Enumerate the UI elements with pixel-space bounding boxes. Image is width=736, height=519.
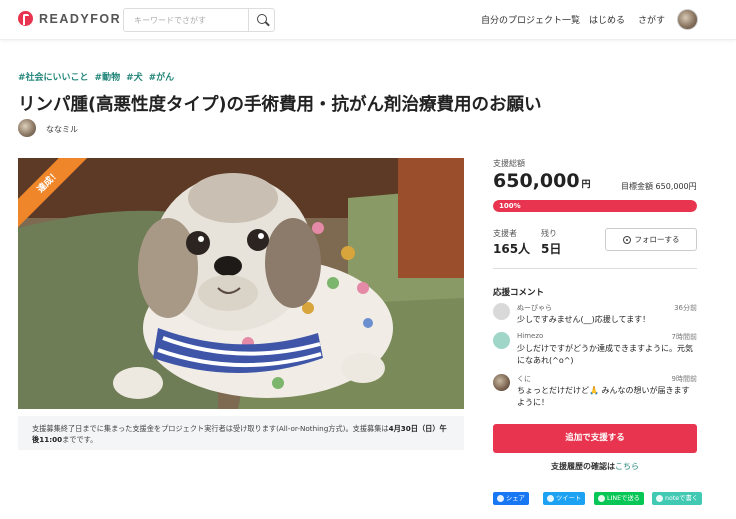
supporters-value: 165人 bbox=[493, 242, 531, 256]
search-button[interactable] bbox=[248, 9, 274, 31]
comment-item: Himezo 7時間前 少しだけですがどうか達成できますように。元気になあれ(^… bbox=[493, 332, 697, 372]
divider bbox=[493, 268, 697, 269]
follow-label: フォローする bbox=[634, 235, 680, 244]
comment-item: くに 9時間前 ちょっとだけだけど🙏 みんなの想いが届きますように！ bbox=[493, 374, 697, 414]
support-button[interactable]: 追加で支援する bbox=[493, 424, 697, 453]
goal-row: 目標金額 650,000円 bbox=[621, 181, 697, 192]
goal-label: 目標金額 bbox=[621, 182, 653, 191]
comment-text: 少しだけですがどうか達成できますように。元気になあれ(^o^) bbox=[517, 344, 693, 365]
comment-item: ぬーぴゃら 36分前 少しですみません(__)応援してます！ bbox=[493, 303, 697, 331]
note-share-label: noteで書く bbox=[665, 495, 699, 502]
line-share-label: LINEで送る bbox=[607, 495, 640, 502]
supporters-label: 支援者 bbox=[493, 229, 517, 238]
comment-time: 36分前 bbox=[674, 304, 697, 312]
project-title: リンパ腫(高悪性度タイプ)の手術費用・抗がん剤治療費用のお願い bbox=[18, 95, 542, 115]
logo[interactable]: READYFOR bbox=[18, 11, 121, 26]
comment-text: ちょっとだけだけど🙏 みんなの想いが届きますように！ bbox=[517, 386, 690, 407]
comment-avatar-icon bbox=[493, 303, 510, 320]
total-amount: 650,000 bbox=[493, 170, 580, 192]
note-icon bbox=[656, 495, 663, 502]
follow-icon bbox=[622, 235, 631, 244]
comment-time: 7時間前 bbox=[671, 333, 697, 341]
search-box bbox=[123, 8, 275, 32]
comment-text: 少しですみません(__)応援してます！ bbox=[517, 315, 651, 324]
comment-avatar-icon bbox=[493, 374, 510, 391]
total-amount-row: 650,000 円 bbox=[493, 170, 591, 192]
comments-title: 応援コメント bbox=[493, 288, 545, 298]
funding-notice: 支援募集終了日までに集まった支援金をプロジェクト実行者は受け取ります(All-o… bbox=[18, 416, 464, 450]
nav-explore[interactable]: さがす bbox=[638, 13, 665, 26]
nav-start[interactable]: はじめる bbox=[589, 13, 625, 26]
total-label: 支援総額 bbox=[493, 159, 525, 168]
search-icon bbox=[257, 14, 267, 24]
note-share-button[interactable]: noteで書く bbox=[652, 492, 703, 505]
site-header: READYFOR 自分のプロジェクト一覧 はじめる さがす bbox=[0, 0, 736, 40]
history-row: 支援履歴の確認はこちら bbox=[493, 461, 697, 472]
progress-fill: 100% bbox=[493, 200, 697, 212]
dog-photo bbox=[18, 158, 464, 409]
notice-suffix: までです。 bbox=[62, 435, 98, 444]
line-icon bbox=[598, 495, 605, 502]
tag-animals[interactable]: #動物 bbox=[95, 70, 121, 83]
comment-author[interactable]: ぬーぴゃら bbox=[517, 303, 552, 313]
facebook-icon bbox=[497, 495, 504, 502]
follow-button[interactable]: フォローする bbox=[605, 228, 697, 251]
nav-my-projects[interactable]: 自分のプロジェクト一覧 bbox=[481, 13, 580, 26]
goal-amount: 650,000円 bbox=[655, 182, 697, 191]
twitter-share-button[interactable]: ツイート bbox=[543, 492, 586, 505]
remaining-label: 残り bbox=[541, 229, 557, 238]
progress-bar: 100% bbox=[493, 200, 697, 212]
comment-author[interactable]: くに bbox=[517, 374, 531, 384]
notice-prefix: 支援募集終了日までに集まった支援金をプロジェクト実行者は受け取ります(All-o… bbox=[32, 424, 389, 433]
project-tags: #社会にいいこと #動物 #犬 #がん bbox=[18, 70, 174, 83]
twitter-share-label: ツイート bbox=[556, 495, 582, 502]
comment-time: 9時間前 bbox=[671, 375, 697, 383]
history-text: 支援履歴の確認は bbox=[551, 462, 615, 471]
twitter-icon bbox=[547, 495, 554, 502]
user-avatar[interactable] bbox=[677, 9, 698, 30]
owner-name[interactable]: ななミル bbox=[46, 124, 78, 135]
tag-dog[interactable]: #犬 bbox=[126, 70, 143, 83]
remaining-value: 5日 bbox=[541, 242, 562, 256]
comment-author[interactable]: Himezo bbox=[517, 332, 543, 340]
total-unit: 円 bbox=[581, 180, 591, 190]
line-share-button[interactable]: LINEで送る bbox=[594, 492, 644, 505]
facebook-share-button[interactable]: シェア bbox=[493, 492, 529, 505]
comment-avatar-icon bbox=[493, 332, 510, 349]
search-input[interactable] bbox=[124, 9, 250, 31]
tag-social[interactable]: #社会にいいこと bbox=[18, 70, 89, 83]
logo-mark-icon bbox=[18, 11, 33, 26]
facebook-share-label: シェア bbox=[506, 495, 525, 502]
history-link[interactable]: こちら bbox=[615, 462, 639, 471]
project-main-image: 達成！ bbox=[18, 158, 464, 409]
tag-cancer[interactable]: #がん bbox=[149, 70, 175, 83]
owner-avatar[interactable] bbox=[18, 119, 36, 137]
logo-text: READYFOR bbox=[39, 11, 122, 26]
